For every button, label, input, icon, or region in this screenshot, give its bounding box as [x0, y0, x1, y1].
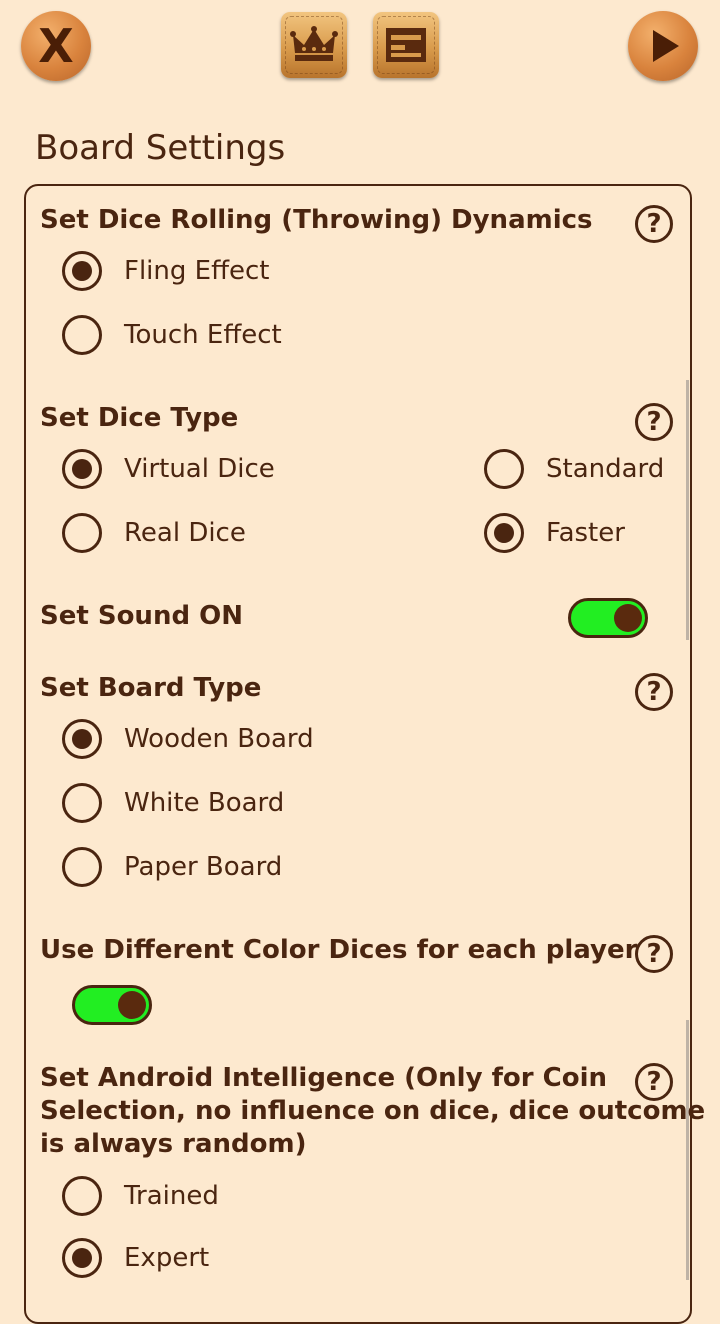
radio-label: Fling Effect: [124, 256, 270, 286]
radio-label: Touch Effect: [124, 320, 282, 350]
play-button[interactable]: [628, 11, 698, 81]
radio-button[interactable]: [62, 1238, 102, 1278]
close-icon: X: [38, 19, 74, 73]
color-dices-heading: Use Different Color Dices for each playe…: [40, 935, 638, 965]
radio-trained[interactable]: Trained: [62, 1174, 219, 1218]
dice-dynamics-heading: Set Dice Rolling (Throwing) Dynamics: [40, 205, 593, 235]
help-icon[interactable]: ?: [635, 935, 673, 973]
radio-touch-effect[interactable]: Touch Effect: [62, 313, 282, 357]
board-button[interactable]: [373, 12, 439, 78]
radio-button[interactable]: [62, 315, 102, 355]
radio-button[interactable]: [62, 783, 102, 823]
radio-label: Standard: [546, 454, 665, 484]
play-icon: [653, 30, 679, 62]
radio-label: Faster: [546, 518, 625, 548]
color-dices-toggle[interactable]: [72, 985, 152, 1025]
radio-label: Expert: [124, 1243, 210, 1273]
scrollbar-track[interactable]: [686, 380, 689, 640]
radio-real-dice[interactable]: Real Dice: [62, 511, 246, 555]
top-bar: X: [0, 0, 720, 100]
radio-button[interactable]: [484, 513, 524, 553]
crown-icon: [290, 26, 338, 61]
leaderboard-button[interactable]: [281, 12, 347, 78]
radio-expert[interactable]: Expert: [62, 1236, 209, 1280]
radio-standard[interactable]: Standard: [484, 447, 664, 491]
toggle-knob: [614, 604, 642, 632]
help-icon[interactable]: ?: [635, 673, 673, 711]
radio-paper-board[interactable]: Paper Board: [62, 845, 282, 889]
radio-button[interactable]: [484, 449, 524, 489]
sound-toggle[interactable]: [568, 598, 648, 638]
android-intelligence-heading-line3: is always random): [40, 1129, 307, 1159]
help-icon[interactable]: ?: [635, 403, 673, 441]
radio-button[interactable]: [62, 449, 102, 489]
radio-white-board[interactable]: White Board: [62, 781, 284, 825]
radio-label: Virtual Dice: [124, 454, 275, 484]
radio-button[interactable]: [62, 719, 102, 759]
help-icon[interactable]: ?: [635, 1063, 673, 1101]
android-intelligence-heading-line1: Set Android Intelligence (Only for Coin: [40, 1063, 607, 1093]
radio-label: Real Dice: [124, 518, 246, 548]
radio-wooden-board[interactable]: Wooden Board: [62, 717, 314, 761]
help-icon[interactable]: ?: [635, 205, 673, 243]
radio-virtual-dice[interactable]: Virtual Dice: [62, 447, 275, 491]
radio-label: White Board: [124, 788, 285, 818]
radio-button[interactable]: [62, 847, 102, 887]
radio-button[interactable]: [62, 513, 102, 553]
radio-fling-effect[interactable]: Fling Effect: [62, 249, 269, 293]
page-title: Board Settings: [35, 128, 286, 168]
close-button[interactable]: X: [21, 11, 91, 81]
dice-type-heading: Set Dice Type: [40, 403, 239, 433]
radio-label: Paper Board: [124, 852, 283, 882]
radio-button[interactable]: [62, 251, 102, 291]
toggle-knob: [118, 991, 146, 1019]
board-icon: [386, 28, 426, 62]
sound-heading: Set Sound ON: [40, 601, 243, 631]
radio-label: Trained: [124, 1181, 219, 1211]
scrollbar-track[interactable]: [686, 1020, 689, 1280]
android-intelligence-heading-line2: Selection, no influence on dice, dice ou…: [40, 1096, 706, 1126]
radio-label: Wooden Board: [124, 724, 314, 754]
radio-button[interactable]: [62, 1176, 102, 1216]
radio-faster[interactable]: Faster: [484, 511, 625, 555]
board-type-heading: Set Board Type: [40, 673, 262, 703]
